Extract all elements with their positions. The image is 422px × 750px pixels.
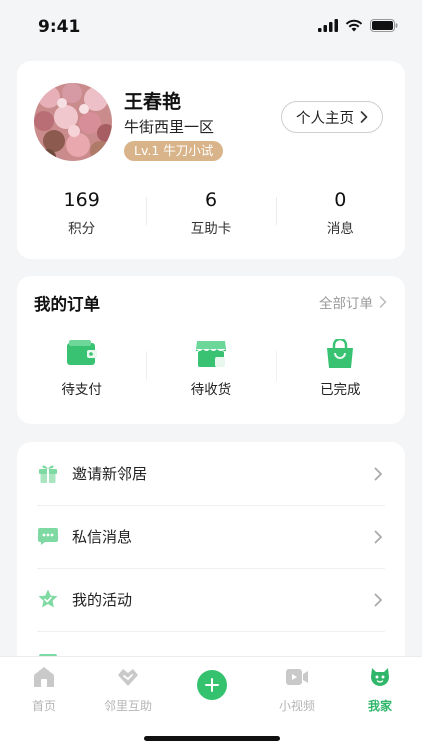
personal-homepage-button[interactable]: 个人主页 [281,101,383,133]
home-icon [34,667,54,687]
signal-icon [318,19,338,32]
personal-homepage-label: 个人主页 [296,110,354,127]
add-button[interactable] [197,670,227,700]
stat-label: 消息 [326,221,354,237]
stat-value: 169 [63,189,100,211]
status-time: 9:41 [38,17,81,37]
order-completed[interactable]: 已完成 [275,339,405,409]
battery-icon [370,19,398,32]
wifi-icon [345,19,363,32]
star-icon [38,589,58,608]
menu-item-label: 我的活动 [72,591,133,609]
menu-item-label: 邀请新邻居 [72,465,148,483]
menu-item-private-messages[interactable]: 私信消息 [17,505,405,568]
level-badge: Lv.1 牛刀小试 [124,141,224,161]
tab-label: 首页 [31,699,56,713]
tab-neighbor-help[interactable]: 邻里互助 [86,665,170,714]
video-icon [286,669,308,685]
menu-item-label: 私信消息 [72,528,133,546]
avatar[interactable] [34,83,112,161]
me-icon [371,668,389,686]
tab-label: 我家 [367,699,392,713]
tab-home[interactable]: 首页 [2,665,86,714]
stat-points[interactable]: 169 积分 [17,185,146,245]
menu-item-my-activities[interactable]: 我的活动 [17,568,405,631]
handshake-icon [118,669,138,686]
wallet-icon [66,340,97,365]
stats-row: 169 积分 6 互助卡 0 消息 [17,185,405,245]
tab-label: 邻里互助 [103,699,152,713]
stat-help-cards[interactable]: 6 互助卡 [146,185,275,245]
user-name: 王春艳 [124,91,182,113]
status-icons [318,19,398,32]
order-pending-payment[interactable]: 待支付 [17,339,146,409]
user-location: 牛街西里一区 [124,118,215,136]
order-pending-receipt[interactable]: 待收货 [146,339,275,409]
gift-icon [39,465,57,483]
stat-label: 互助卡 [190,221,232,237]
menu-item-invite[interactable]: 邀请新邻居 [17,442,405,505]
status-bar: 9:41 [0,0,422,54]
order-label: 已完成 [320,382,361,398]
orders-card: 我的订单 全部订单 待支付 待收货 已完成 [17,276,405,424]
stat-value: 6 [204,189,218,211]
stat-label: 积分 [68,221,96,237]
order-label: 待支付 [61,382,102,398]
orders-title: 我的订单 [34,295,100,314]
chevron-right-icon [379,296,387,308]
chat-icon [38,528,58,545]
stat-value: 0 [334,189,347,211]
bag-icon [327,339,354,368]
chevron-right-icon [360,111,368,123]
stat-messages[interactable]: 0 消息 [275,185,405,245]
order-status-row: 待支付 待收货 已完成 [17,339,405,409]
all-orders-link[interactable]: 全部订单 [319,292,387,312]
home-indicator [144,736,280,741]
tab-my-home[interactable]: 我家 [338,665,422,714]
profile-card: 王春艳 牛街西里一区 Lv.1 牛刀小试 个人主页 169 积分 6 互助卡 0… [17,61,405,259]
store-icon [195,341,226,367]
tab-short-video[interactable]: 小视频 [255,665,339,714]
order-label: 待收货 [190,382,232,398]
tab-label: 小视频 [278,699,315,713]
chevron-right-icon [374,467,382,480]
all-orders-label: 全部订单 [319,296,373,312]
chevron-right-icon [374,530,382,543]
add-icon [205,678,219,692]
chevron-right-icon [374,593,382,606]
